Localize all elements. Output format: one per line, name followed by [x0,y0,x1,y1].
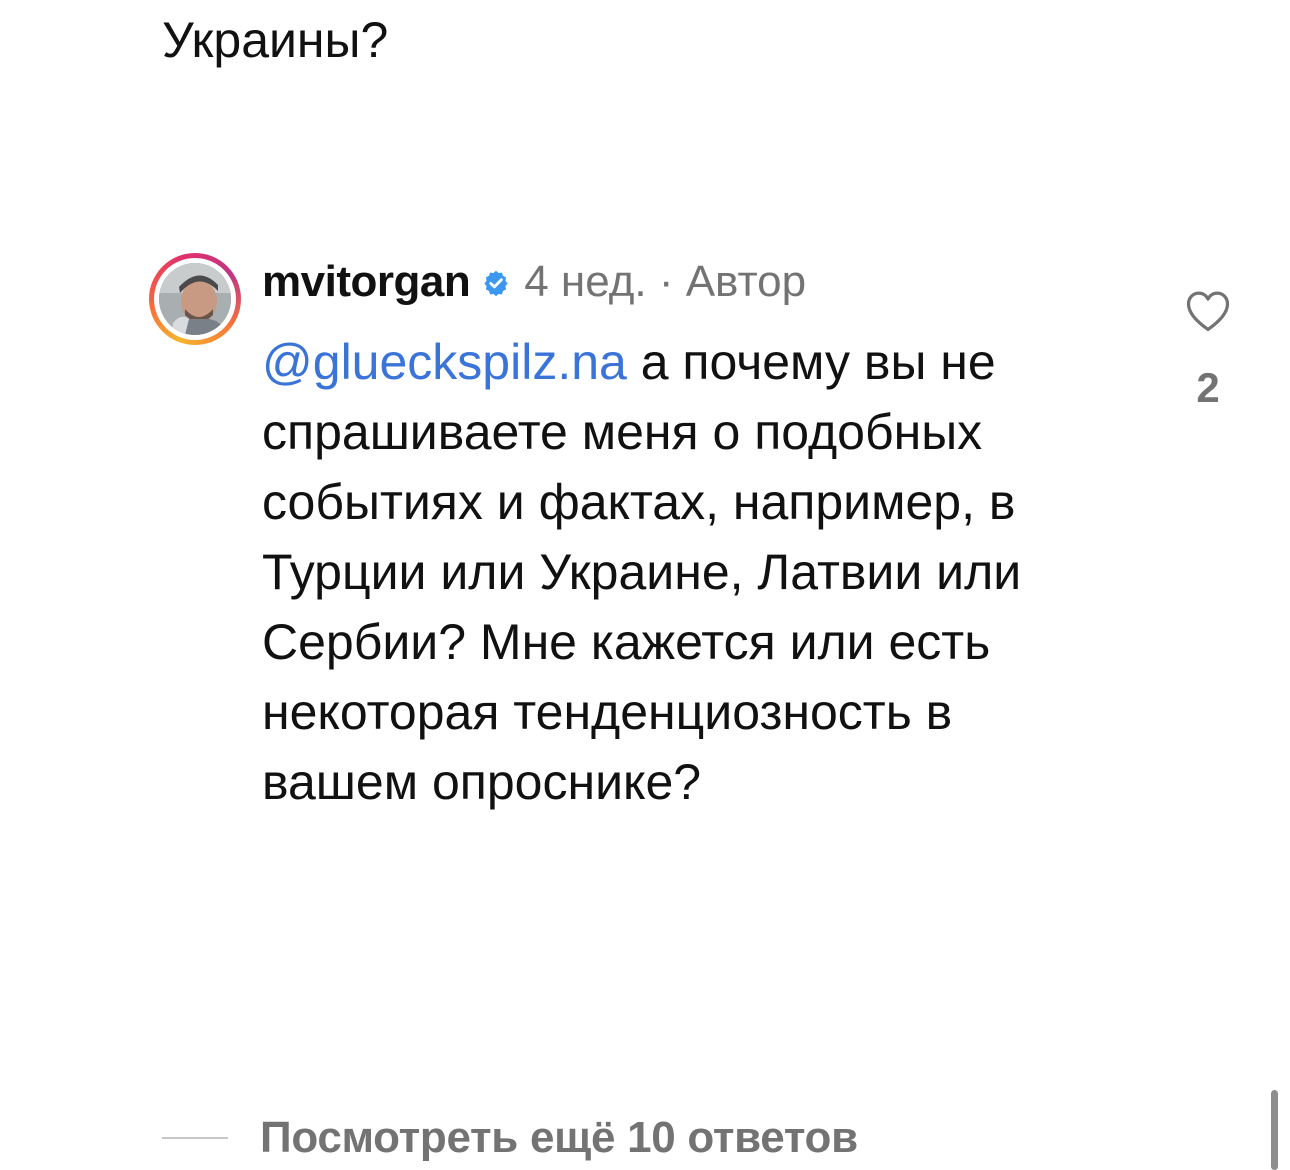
like-count: 2 [1196,364,1220,411]
avatar-ring-gap [154,258,236,340]
comment-meta: 4 нед. · Автор [524,257,807,306]
verified-badge-icon [484,270,508,297]
replies-divider [162,1137,228,1139]
avatar-photo [159,263,231,335]
scrollbar-thumb[interactable] [1271,1090,1278,1170]
comment-body-text: а почему вы не спрашиваете меня о подобн… [262,334,1022,810]
mention-link[interactable]: @glueckspilz.na [262,334,627,390]
view-replies-label: Посмотреть ещё 10 ответов [260,1113,858,1162]
previous-comment-text: Украины? [162,12,389,68]
comment-username[interactable]: mvitorgan [262,257,471,307]
heart-outline-icon[interactable] [1182,285,1234,337]
avatar[interactable] [149,253,241,345]
like-area: 2 [1176,285,1240,413]
comment-header: mvitorgan 4 нед. · Автор [262,250,806,314]
view-replies-button[interactable]: Посмотреть ещё 10 ответов [162,1108,858,1168]
avatar-image [159,263,231,335]
comment-text: @glueckspilz.na а почему вы не спрашивае… [262,327,1122,817]
